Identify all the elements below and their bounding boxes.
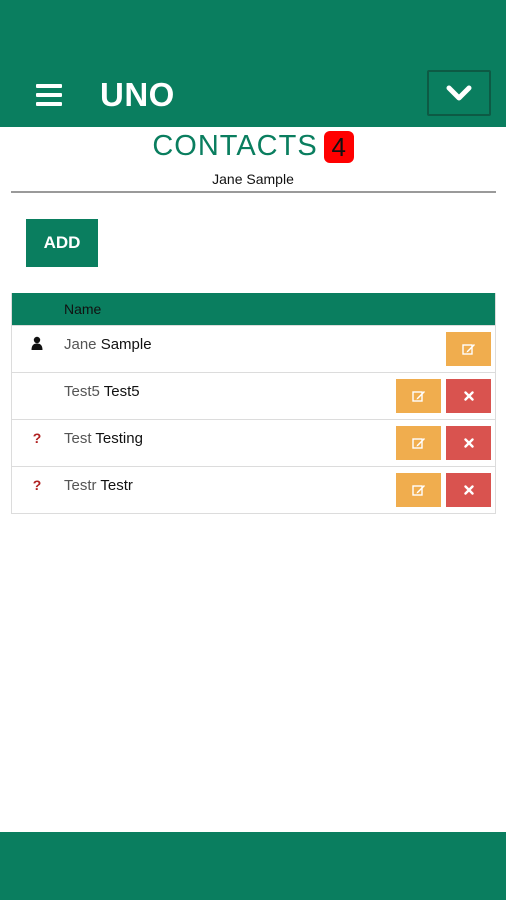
edit-contact-button[interactable] [396,426,441,460]
close-icon [463,438,474,448]
page-heading: CONTACTS 4 [0,130,506,163]
contacts-table: Name Jane Sample Test5 Test5 ? Test Test… [11,293,496,514]
contact-first-name: Test5 [64,383,100,400]
contact-name: Testr Testr [64,477,133,494]
edit-icon [461,344,475,355]
table-row: ? Test Testing [12,419,495,466]
table-row: ? Testr Testr [12,466,495,513]
contact-first-name: Jane [64,336,97,353]
contact-last-name: Testing [95,430,143,447]
top-app-bar: UNO [0,0,506,127]
person-icon [30,336,44,353]
delete-contact-button[interactable] [446,473,491,507]
table-row: Jane Sample [12,325,495,372]
delete-contact-button[interactable] [446,426,491,460]
delete-contact-button[interactable] [446,379,491,413]
contact-last-name: Testr [100,477,133,494]
edit-contact-button[interactable] [396,379,441,413]
close-icon [463,485,474,495]
table-row: Test5 Test5 [12,372,495,419]
contact-name: Test5 Test5 [64,383,140,400]
question-icon: ? [32,430,42,446]
edit-icon [411,438,425,449]
chevron-down-icon [446,85,472,101]
edit-icon [411,485,425,496]
table-header: Name [12,293,495,325]
divider [11,191,496,193]
bottom-bar [0,832,506,900]
contact-name: Jane Sample [64,336,152,353]
edit-contact-button[interactable] [396,473,441,507]
contact-last-name: Test5 [103,383,140,400]
add-contact-button[interactable]: ADD [26,219,98,267]
close-icon [463,391,474,401]
contact-first-name: Test [64,430,92,447]
contact-last-name: Sample [100,336,152,353]
hamburger-menu-icon[interactable] [36,84,62,106]
contact-first-name: Testr [64,477,97,494]
column-header-name: Name [64,301,102,317]
contacts-count-badge: 4 [323,130,354,163]
dropdown-button[interactable] [427,70,491,116]
question-icon: ? [32,477,42,493]
app-title: UNO [100,76,175,113]
page-title: CONTACTS [152,130,318,162]
edit-icon [411,391,425,402]
edit-contact-button[interactable] [446,332,491,366]
contact-name: Test Testing [64,430,143,447]
current-user-name: Jane Sample [212,171,294,187]
